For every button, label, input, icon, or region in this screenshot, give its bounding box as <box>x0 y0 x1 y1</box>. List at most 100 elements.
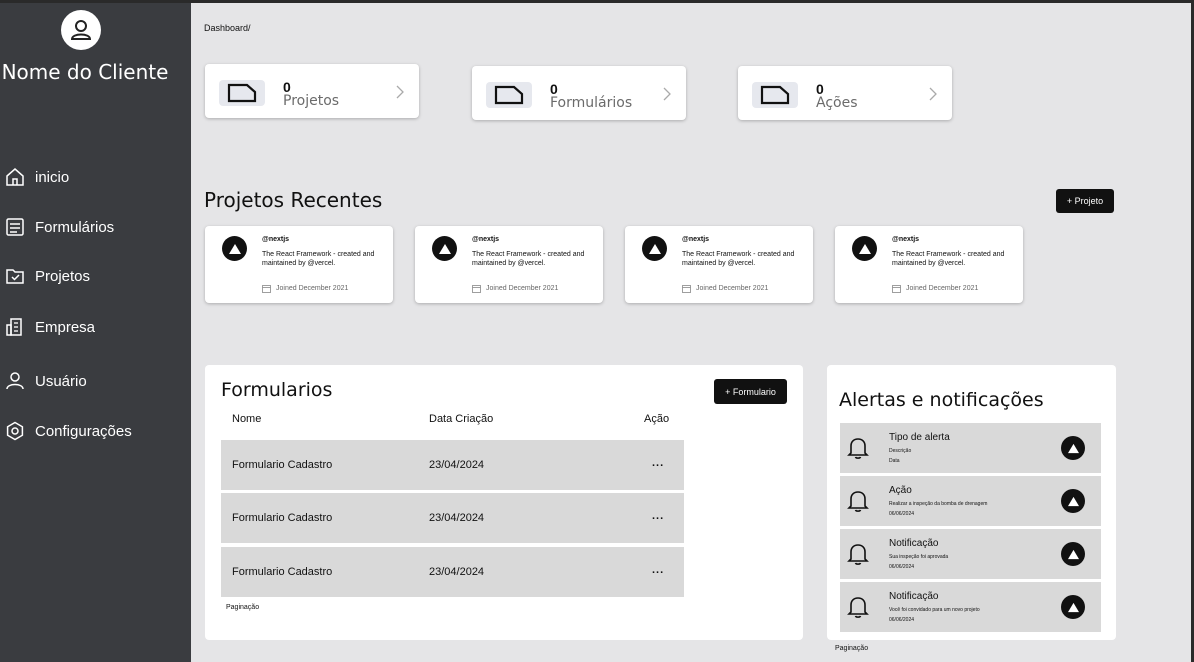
form-icon <box>4 216 26 238</box>
alert-title: Notificação <box>889 591 939 602</box>
calendar-icon <box>472 285 481 293</box>
triangle-logo-icon <box>432 236 457 261</box>
sidebar-item-empresa[interactable]: Empresa <box>4 316 95 338</box>
sidebar-item-formularios[interactable]: Formulários <box>4 216 114 238</box>
alert-description: Sua inspeção foi aprovada <box>889 554 949 560</box>
stat-card-projetos[interactable]: 0 Projetos <box>205 64 419 118</box>
card-description: The React Framework - created and mainta… <box>682 251 795 267</box>
triangle-logo-icon <box>222 236 247 261</box>
table-row[interactable]: Formulario Cadastro 23/04/2024 ... <box>221 493 684 543</box>
card-description: The React Framework - created and mainta… <box>472 251 585 267</box>
card-handle: @nextjs <box>892 236 920 243</box>
calendar-icon <box>262 285 271 293</box>
card-joined-text: Joined December 2021 <box>906 285 979 292</box>
forms-title: Formularios <box>221 379 333 401</box>
document-icon <box>486 82 532 108</box>
alert-action-icon[interactable] <box>1061 489 1085 513</box>
alert-title: Notificação <box>889 538 939 549</box>
sidebar-item-usuario[interactable]: Usuário <box>4 370 87 392</box>
card-handle: @nextjs <box>262 236 290 243</box>
stat-card-acoes[interactable]: 0 Ações <box>738 66 952 120</box>
add-form-button[interactable]: + Formulario <box>714 379 787 404</box>
project-card[interactable]: @nextjs The React Framework - created an… <box>625 226 813 303</box>
row-action-menu-button[interactable]: ... <box>652 564 664 576</box>
alert-action-icon[interactable] <box>1061 542 1085 566</box>
table-row[interactable]: Formulario Cadastro 23/04/2024 ... <box>221 547 684 597</box>
card-joined: Joined December 2021 <box>472 284 558 293</box>
add-project-button[interactable]: + Projeto <box>1056 189 1114 213</box>
chevron-right-icon <box>396 85 404 99</box>
bell-icon <box>847 491 869 512</box>
project-card[interactable]: @nextjs The React Framework - created an… <box>415 226 603 303</box>
table-row[interactable]: Formulario Cadastro 23/04/2024 ... <box>221 440 684 490</box>
alerts-title: Alertas e notificações <box>839 389 1044 411</box>
stat-card-formularios[interactable]: 0 Formulários <box>472 66 686 120</box>
sidebar-item-inicio[interactable]: inicio <box>4 166 69 188</box>
sidebar-item-projetos[interactable]: Projetos <box>4 265 90 287</box>
home-icon <box>4 166 26 188</box>
row-name: Formulario Cadastro <box>232 459 333 471</box>
chevron-right-icon <box>929 87 937 101</box>
avatar[interactable] <box>61 10 101 50</box>
row-action-menu-button[interactable]: ... <box>652 457 664 469</box>
alert-item[interactable]: Notificação Você foi convidado para um n… <box>840 582 1101 632</box>
row-date: 23/04/2024 <box>429 459 485 471</box>
alert-date: Data <box>889 458 900 464</box>
sidebar: Nome do Cliente inicio Formulários Proje… <box>0 0 191 662</box>
row-date: 23/04/2024 <box>429 566 485 578</box>
settings-icon <box>4 420 26 442</box>
card-joined: Joined December 2021 <box>892 284 978 293</box>
calendar-icon <box>682 285 691 293</box>
sidebar-item-label: inicio <box>35 168 70 186</box>
card-handle: @nextjs <box>472 236 500 243</box>
alert-description: Descrição <box>889 448 912 454</box>
card-joined: Joined December 2021 <box>262 284 348 293</box>
column-header-data-criacao[interactable]: Data Criação <box>429 413 493 425</box>
alert-title: Ação <box>889 485 912 496</box>
bell-icon <box>847 597 869 618</box>
stat-label: Projetos <box>283 93 340 109</box>
alert-item[interactable]: Ação Realizar a inspeção da bomba de dre… <box>840 476 1101 526</box>
alert-date: 06/06/2024 <box>889 511 915 517</box>
chevron-right-icon <box>663 87 671 101</box>
document-icon <box>752 82 798 108</box>
card-joined: Joined December 2021 <box>682 284 768 293</box>
calendar-icon <box>892 285 901 293</box>
project-card[interactable]: @nextjs The React Framework - created an… <box>835 226 1023 303</box>
row-name: Formulario Cadastro <box>232 512 333 524</box>
column-header-nome[interactable]: Nome <box>232 413 261 425</box>
row-date: 23/04/2024 <box>429 512 485 524</box>
triangle-logo-icon <box>852 236 877 261</box>
alert-description: Realizar a inspeção da bomba de drenagem <box>889 501 988 507</box>
card-description: The React Framework - created and mainta… <box>262 251 375 267</box>
alert-item[interactable]: Tipo de alerta Descrição Data <box>840 423 1101 473</box>
card-handle: @nextjs <box>682 236 710 243</box>
project-card[interactable]: @nextjs The React Framework - created an… <box>205 226 393 303</box>
alert-description: Você foi convidado para um novo projeto <box>889 607 980 613</box>
alert-date: 06/06/2024 <box>889 564 915 570</box>
client-name: Nome do Cliente <box>1 60 169 84</box>
sidebar-item-label: Usuário <box>35 372 87 390</box>
card-description: The React Framework - created and mainta… <box>892 251 1005 267</box>
stat-label: Ações <box>816 95 858 111</box>
forms-pagination[interactable]: Paginação <box>226 604 259 611</box>
card-joined-text: Joined December 2021 <box>486 285 559 292</box>
column-header-acao[interactable]: Ação <box>644 413 669 425</box>
user-avatar-icon <box>70 20 92 40</box>
triangle-logo-icon <box>642 236 667 261</box>
stat-label: Formulários <box>550 95 633 111</box>
alert-item[interactable]: Notificação Sua inspeção foi aprovada 06… <box>840 529 1101 579</box>
alerts-pagination[interactable]: Paginação <box>835 645 868 652</box>
section-title-projetos-recentes: Projetos Recentes <box>204 188 383 212</box>
sidebar-item-configuracoes[interactable]: Configurações <box>4 420 132 442</box>
sidebar-item-label: Configurações <box>35 422 132 440</box>
alert-action-icon[interactable] <box>1061 595 1085 619</box>
user-icon <box>4 370 26 392</box>
sidebar-item-label: Formulários <box>35 218 115 236</box>
building-icon <box>4 316 26 338</box>
alert-action-icon[interactable] <box>1061 436 1085 460</box>
alerts-panel: Alertas e notificações Tipo de alerta De… <box>827 365 1116 640</box>
forms-panel: Formularios + Formulario Nome Data Criaç… <box>205 365 803 640</box>
breadcrumb[interactable]: Dashboard/ <box>204 23 251 33</box>
row-action-menu-button[interactable]: ... <box>652 510 664 522</box>
